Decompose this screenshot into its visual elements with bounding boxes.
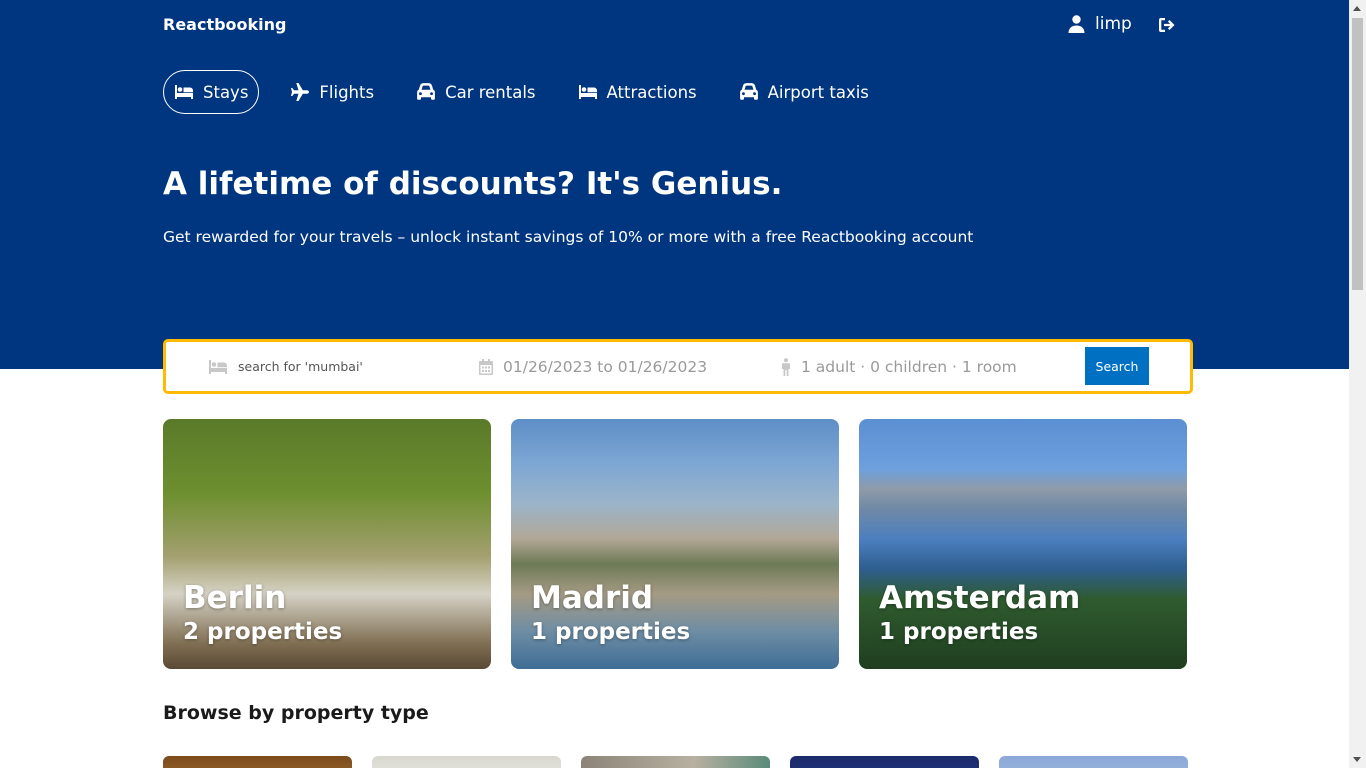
city-card-berlin[interactable]: Berlin 2 properties [163,419,491,669]
logout-button[interactable] [1158,16,1176,34]
destination-input[interactable] [238,359,438,374]
city-name: Amsterdam [879,580,1081,616]
city-card-madrid[interactable]: Madrid 1 properties [511,419,839,669]
person-icon [782,357,790,376]
city-card-label: Amsterdam 1 properties [879,579,1080,647]
bed-icon [209,359,227,374]
nav-stays[interactable]: Stays [163,70,260,114]
search-bar: 01/26/2023 to 01/26/2023 1 adult · 0 chi… [163,339,1193,394]
user-icon [1068,15,1085,33]
nav-attractions-label: Attractions [606,82,697,102]
guests-text: 1 adult · 0 children · 1 room [801,357,1017,376]
nav-airport-taxis[interactable]: Airport taxis [728,70,880,114]
nav-car-rentals[interactable]: Car rentals [405,70,546,114]
hero-headline: A lifetime of discounts? It's Genius. [163,166,783,202]
user-name: limp [1095,14,1132,34]
city-card-amsterdam[interactable]: Amsterdam 1 properties [859,419,1187,669]
date-range-text: 01/26/2023 to 01/26/2023 [503,357,708,376]
vertical-scrollbar[interactable] [1349,0,1366,768]
site-logo[interactable]: Reactbooking [163,15,287,34]
taxi-icon [739,83,758,100]
scroll-up-arrow[interactable] [1353,6,1361,11]
sign-out-icon [1159,18,1175,32]
car-icon [417,83,435,100]
city-name: Berlin [183,580,287,616]
nav-attractions[interactable]: Attractions [567,70,708,114]
property-count: 1 properties [879,619,1039,645]
destination-field[interactable] [208,342,438,391]
property-type-card[interactable] [790,756,979,768]
bed-icon [578,85,597,99]
nav-flights[interactable]: Flights [279,70,385,114]
browse-section-title: Browse by property type [163,702,429,724]
featured-cities: Berlin 2 properties Madrid 1 properties … [163,419,1187,669]
guests-field[interactable]: 1 adult · 0 children · 1 room [781,342,1017,391]
search-button[interactable]: Search [1085,347,1149,385]
nav-airport-taxis-label: Airport taxis [767,82,869,102]
date-field[interactable]: 01/26/2023 to 01/26/2023 [479,342,707,391]
property-type-list [163,756,1188,768]
property-count: 1 properties [531,619,691,645]
nav-flights-label: Flights [319,82,375,102]
nav-car-rentals-label: Car rentals [445,82,536,102]
city-name: Madrid [531,580,654,616]
nav-stays-label: Stays [203,82,249,102]
bed-icon [175,85,193,99]
scrollbar-thumb[interactable] [1352,18,1363,290]
property-type-card[interactable] [581,756,770,768]
property-type-card[interactable] [999,756,1188,768]
plane-icon [291,83,310,101]
scroll-down-arrow[interactable] [1353,757,1361,762]
city-card-label: Madrid 1 properties [531,579,690,647]
calendar-icon [479,358,493,375]
city-card-label: Berlin 2 properties [183,579,342,647]
main-nav: Stays Flights Car rentals Attractions Ai… [163,70,900,114]
hero-subline: Get rewarded for your travels – unlock i… [163,228,974,246]
property-type-card[interactable] [372,756,561,768]
property-type-card[interactable] [163,756,352,768]
user-menu[interactable]: limp [1068,14,1132,34]
property-count: 2 properties [183,619,343,645]
